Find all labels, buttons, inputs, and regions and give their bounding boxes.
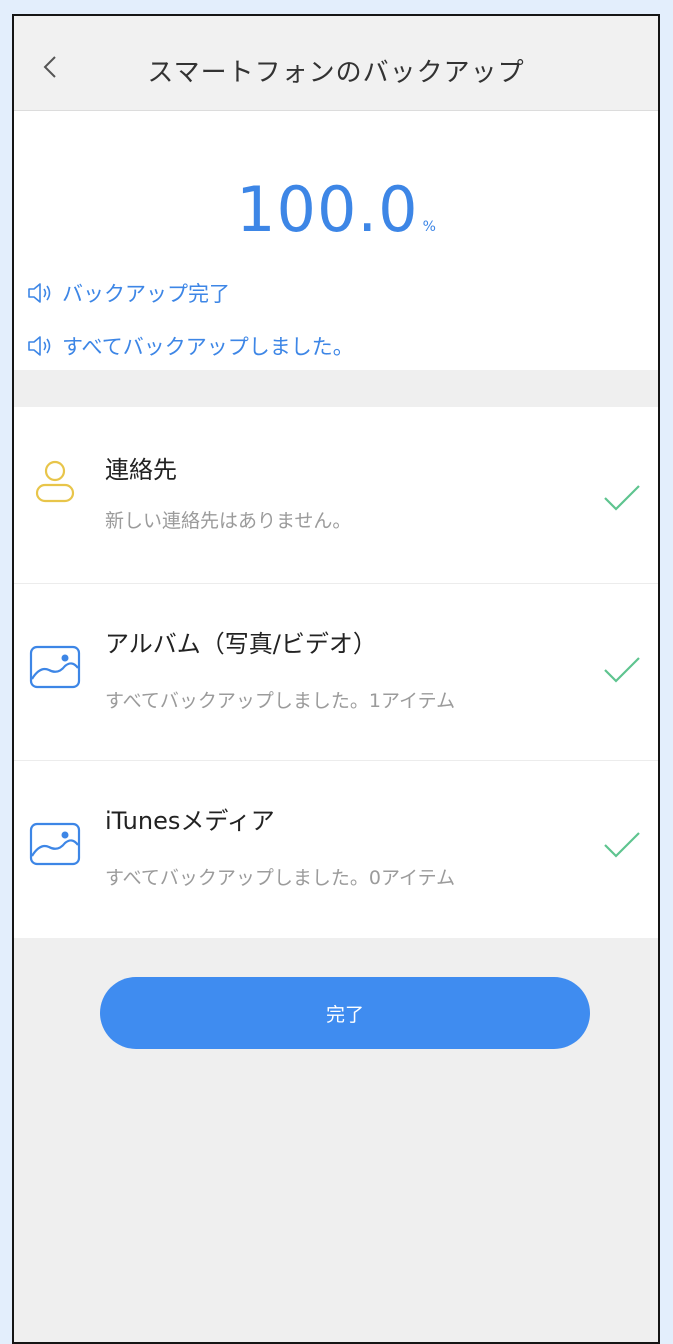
item-subtitle: すべてバックアップしました。1アイテム xyxy=(105,690,456,712)
progress-unit: % xyxy=(422,219,436,235)
item-title: アルバム（写真/ビデオ） xyxy=(105,630,377,658)
list-item-contacts[interactable]: 連絡先 新しい連絡先はありません。 xyxy=(14,407,658,584)
checkmark-icon xyxy=(604,657,640,683)
done-button[interactable]: 完了 xyxy=(100,977,590,1049)
photo-album-icon xyxy=(29,822,81,866)
list-item-album[interactable]: アルバム（写真/ビデオ） すべてバックアップしました。1アイテム xyxy=(14,584,658,761)
item-title: iTunesメディア xyxy=(105,807,275,835)
nav-header: スマートフォンのバックアップ xyxy=(14,16,658,111)
item-title: 連絡先 xyxy=(105,456,177,484)
status-line-complete: バックアップ完了 xyxy=(26,278,230,308)
progress-percent: 100.0% xyxy=(14,173,658,246)
speaker-icon xyxy=(28,336,51,356)
status-text: バックアップ完了 xyxy=(62,282,230,306)
status-line-all: すべてバックアップしました。 xyxy=(26,331,354,361)
checkmark-icon xyxy=(604,485,640,511)
status-text: すべてバックアップしました。 xyxy=(62,335,354,359)
item-subtitle: 新しい連絡先はありません。 xyxy=(105,510,352,532)
page-title: スマートフォンのバックアップ xyxy=(147,58,525,88)
phone-screen: スマートフォンのバックアップ 100.0% バックアップ完了 すべてバックアップ… xyxy=(12,14,660,1344)
speaker-icon xyxy=(28,283,51,303)
progress-value: 100.0 xyxy=(236,173,419,246)
backup-item-list: 連絡先 新しい連絡先はありません。 アルバム（写真/ビデオ） すべてバックアップ… xyxy=(14,407,658,938)
contact-person-icon xyxy=(35,460,75,503)
item-subtitle: すべてバックアップしました。0アイテム xyxy=(105,867,456,889)
photo-album-icon xyxy=(29,645,81,689)
list-item-itunes-media[interactable]: iTunesメディア すべてバックアップしました。0アイテム xyxy=(14,761,658,938)
progress-panel: 100.0% バックアップ完了 すべてバックアップしました。 xyxy=(14,111,658,370)
checkmark-icon xyxy=(604,832,640,858)
